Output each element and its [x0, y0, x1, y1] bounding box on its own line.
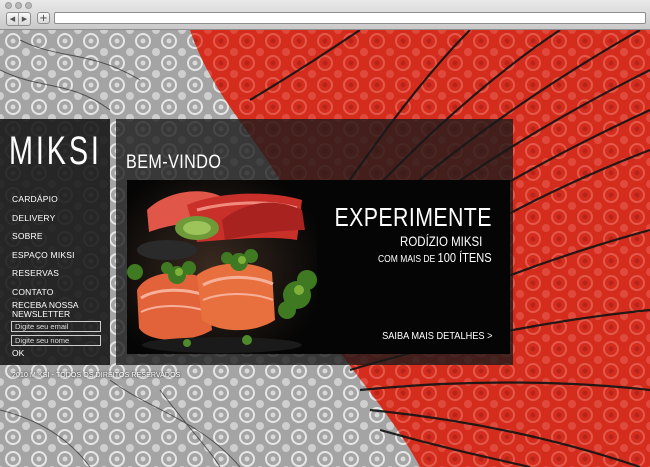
banner-headline: EXPERIMENTE — [334, 202, 492, 232]
nav-item-reservas[interactable]: RESERVAS — [12, 268, 75, 287]
banner-subheadline: RODÍZIO MIKSI — [399, 233, 482, 249]
browser-toolbar: ◀ ▶ + — [0, 0, 650, 30]
nav-item-delivery[interactable]: DELIVERY — [12, 213, 75, 232]
add-bookmark-button[interactable]: + — [37, 12, 50, 24]
page-content: MIKSI CARDÁPIO DELIVERY SOBRE ESPAÇO MIK… — [0, 30, 650, 467]
forward-arrow-icon[interactable]: ▶ — [18, 13, 30, 25]
address-bar[interactable] — [54, 12, 646, 24]
newsletter-email-field[interactable] — [11, 321, 101, 332]
newsletter-submit-button[interactable]: OK — [12, 348, 24, 358]
nav-item-sobre[interactable]: SOBRE — [12, 231, 75, 250]
tagline-prefix: COM MAIS DE — [378, 254, 436, 265]
logo[interactable]: MIKSI — [9, 129, 102, 173]
promo-banner[interactable]: EXPERIMENTE RODÍZIO MIKSI COM MAIS DE 10… — [127, 180, 510, 354]
nav-item-cardapio[interactable]: CARDÁPIO — [12, 194, 75, 213]
banner-tagline: COM MAIS DE 100 ÍTENS — [378, 250, 492, 265]
history-buttons: ◀ ▶ — [6, 12, 31, 26]
close-window-icon[interactable] — [5, 2, 12, 9]
minimize-window-icon[interactable] — [15, 2, 22, 9]
newsletter-name-field[interactable] — [11, 335, 101, 346]
back-arrow-icon[interactable]: ◀ — [7, 13, 18, 25]
more-details-link[interactable]: SAIBA MAIS DETALHES > — [383, 330, 493, 342]
welcome-panel: BEM-VINDO EXPERIMENTE RODÍZIO MIKSI COM … — [116, 119, 513, 365]
window-controls — [5, 2, 32, 9]
newsletter-label: RECEBA NOSSA NEWSLETTER — [12, 300, 79, 319]
main-nav: CARDÁPIO DELIVERY SOBRE ESPAÇO MIKSI RES… — [12, 194, 75, 305]
tagline-count: 100 ÍTENS — [437, 250, 492, 265]
sidebar: MIKSI CARDÁPIO DELIVERY SOBRE ESPAÇO MIK… — [0, 119, 110, 365]
footer-copyright: 2010 MIKSI - TODOS OS DIREITOS RESERVADO… — [12, 372, 181, 379]
sushi-photo — [127, 180, 317, 354]
page-title: BEM-VINDO — [126, 152, 222, 173]
nav-item-espaco-miksi[interactable]: ESPAÇO MIKSI — [12, 250, 75, 269]
zoom-window-icon[interactable] — [25, 2, 32, 9]
